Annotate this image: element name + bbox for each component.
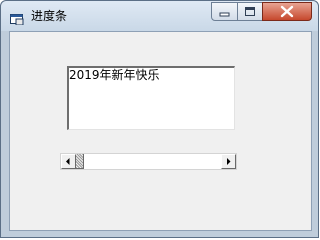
arrow-right-icon [227,158,231,165]
arrow-left-icon [66,158,70,165]
caption-buttons [211,2,314,22]
form-client-area: 2019年新年快乐 [9,31,312,231]
scroll-right-button[interactable] [221,154,236,169]
maximize-button[interactable] [237,2,263,21]
minimize-button[interactable] [211,2,238,21]
title-bar[interactable]: 进度条 [1,1,318,31]
scrollbar-thumb[interactable] [76,154,84,169]
message-textbox[interactable]: 2019年新年快乐 [67,66,235,130]
close-icon [280,5,294,18]
scroll-left-button[interactable] [61,154,76,169]
horizontal-scrollbar[interactable] [60,153,237,170]
app-icon[interactable] [10,10,24,26]
minimize-icon [219,12,230,17]
maximize-icon [245,7,255,16]
window-title: 进度条 [31,9,68,23]
app-window: 进度条 2019年新年快乐 [0,0,319,238]
close-button[interactable] [262,2,312,21]
